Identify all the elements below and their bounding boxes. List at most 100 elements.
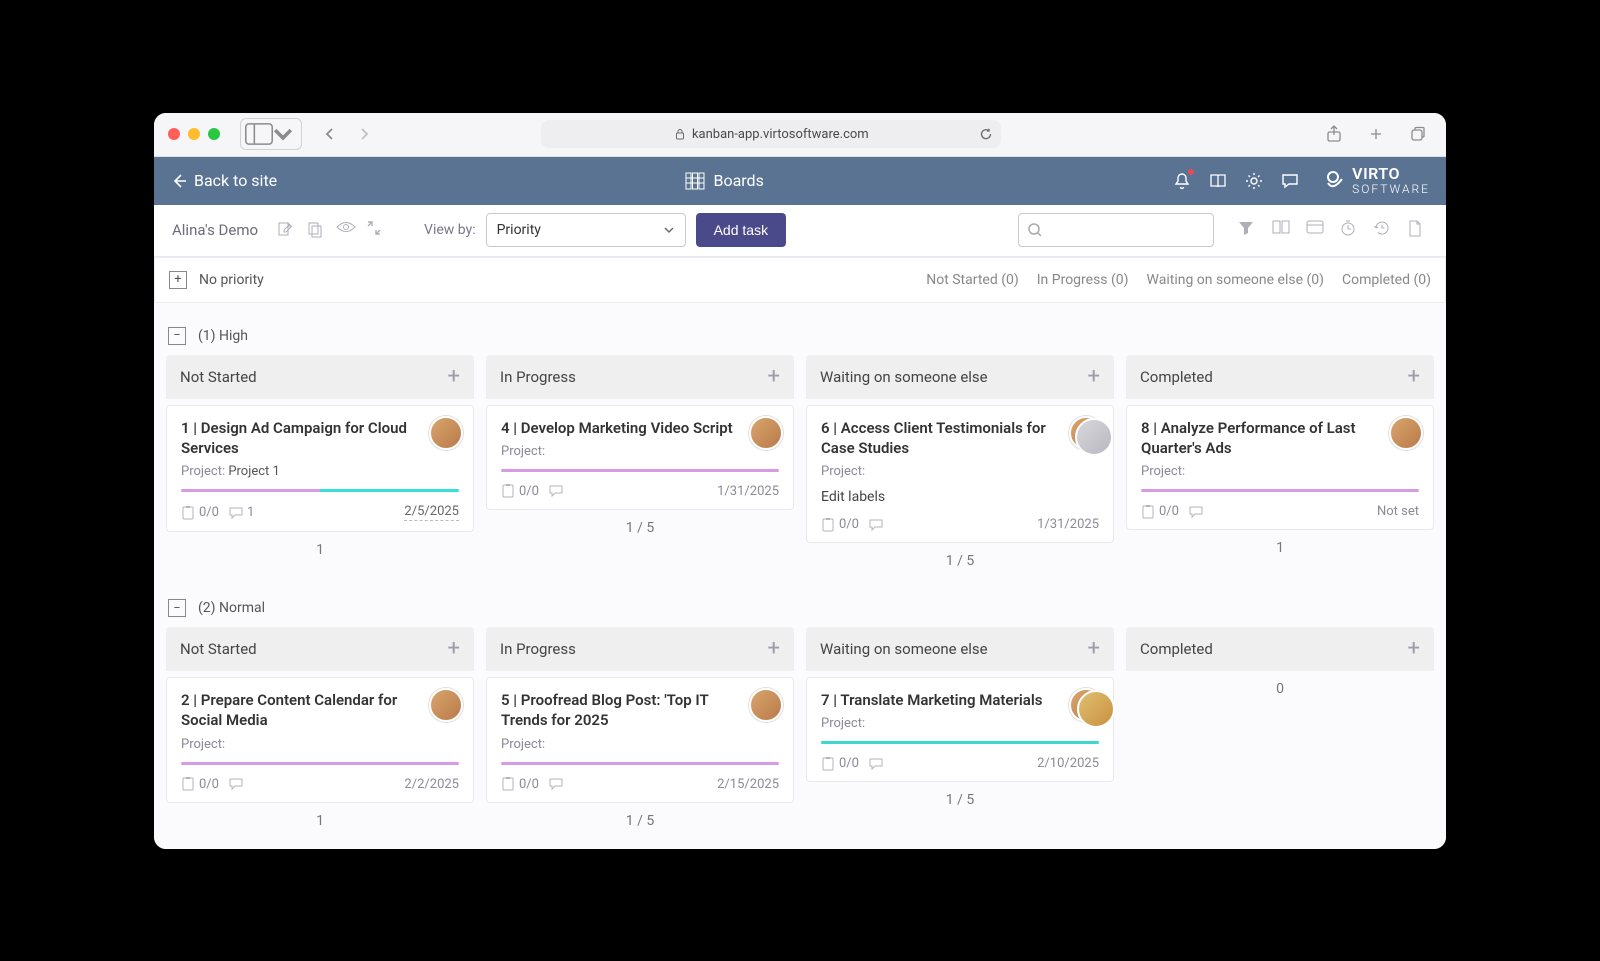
back-to-site-label: Back to site: [194, 171, 277, 190]
comment-icon: [1189, 505, 1203, 519]
board-toolbar: Alina's Demo View by: Priority Add task: [154, 205, 1446, 257]
checklist-icon: [821, 757, 835, 771]
column-count: 1 / 5: [806, 543, 1114, 575]
edit-labels-text: Edit labels: [821, 489, 1099, 505]
assignee-avatar: [749, 688, 783, 722]
task-card[interactable]: 4 | Develop Marketing Video Script Projec…: [486, 405, 794, 510]
column-header: In Progress +: [486, 627, 794, 671]
add-card-button[interactable]: +: [448, 638, 460, 660]
column-header: Completed +: [1126, 627, 1434, 671]
card-layout-icon[interactable]: [1306, 220, 1326, 240]
column-title: Completed: [1140, 368, 1213, 386]
task-card[interactable]: 2 | Prepare Content Calendar for Social …: [166, 677, 474, 803]
app-header: Back to site Boards VIRTO SOFTWARE: [154, 157, 1446, 205]
due-date: 2/5/2025: [404, 504, 459, 521]
due-date: 1/31/2025: [717, 484, 779, 499]
column-header: Not Started+: [166, 627, 474, 671]
section-header: −(1) High: [154, 327, 1446, 355]
checklist-icon: [181, 777, 195, 791]
nav-forward-button[interactable]: [350, 121, 378, 147]
assignee-avatar: [1069, 416, 1103, 450]
chat-icon[interactable]: [1280, 171, 1300, 191]
swimlane-icon[interactable]: [1272, 220, 1292, 240]
book-icon[interactable]: [1208, 171, 1228, 191]
collapse-section-button[interactable]: −: [168, 599, 186, 617]
checklist-icon: [1141, 505, 1155, 519]
comment-icon: [549, 777, 563, 791]
refresh-icon[interactable]: [979, 127, 993, 141]
task-card[interactable]: 6 | Access Client Testimonials for Case …: [806, 405, 1114, 544]
copy-icon[interactable]: [306, 220, 326, 240]
task-card[interactable]: 8 | Analyze Performance of Last Quarter'…: [1126, 405, 1434, 531]
column-title: In Progress: [500, 368, 576, 386]
history-icon[interactable]: [1374, 220, 1394, 240]
lock-icon: [674, 128, 686, 140]
collapse-section-button[interactable]: −: [168, 327, 186, 345]
assignee-avatar: [429, 416, 463, 450]
view-by-label: View by:: [424, 222, 476, 238]
browser-chrome: kanban-app.virtosoftware.com: [154, 113, 1446, 157]
column-title: Not Started: [180, 368, 257, 386]
card-title: 4 | Develop Marketing Video Script: [501, 418, 779, 438]
assignee-avatar: [1069, 688, 1103, 722]
add-card-button[interactable]: +: [768, 366, 780, 388]
new-tab-icon[interactable]: [1362, 121, 1390, 147]
nav-back-button[interactable]: [316, 121, 344, 147]
comment-icon: [229, 777, 243, 791]
card-project: Project:: [501, 444, 779, 459]
visibility-icon[interactable]: [336, 220, 356, 240]
add-task-button[interactable]: Add task: [696, 213, 786, 247]
add-card-button[interactable]: +: [1088, 638, 1100, 660]
edit-board-icon[interactable]: [276, 220, 296, 240]
assignee-avatar: [429, 688, 463, 722]
back-to-site-link[interactable]: Back to site: [170, 171, 277, 190]
kanban-column: Waiting on someone else+ 7 | Translate Ma…: [806, 627, 1114, 835]
kanban-column: Not Started+ 2 | Prepare Content Calendar…: [166, 627, 474, 835]
column-header: In Progress +: [486, 355, 794, 399]
card-title: 2 | Prepare Content Calendar for Social …: [181, 690, 459, 731]
filter-icon[interactable]: [1238, 220, 1258, 240]
no-priority-label: No priority: [199, 272, 264, 288]
column-count: 1 / 5: [486, 510, 794, 542]
view-by-select[interactable]: Priority: [486, 213, 686, 247]
due-date: 1/31/2025: [1037, 517, 1099, 532]
add-card-button[interactable]: +: [768, 638, 780, 660]
expand-no-priority-button[interactable]: +: [169, 271, 187, 289]
column-title: Waiting on someone else: [820, 368, 988, 386]
due-date: 2/2/2025: [404, 777, 459, 792]
column-count: 1: [166, 803, 474, 835]
notifications-icon[interactable]: [1172, 171, 1192, 191]
summary-item: Completed (0): [1342, 272, 1431, 288]
due-date: 2/10/2025: [1037, 756, 1099, 771]
add-card-button[interactable]: +: [1408, 638, 1420, 660]
column-title: In Progress: [500, 640, 576, 658]
add-card-button[interactable]: +: [1088, 366, 1100, 388]
search-input[interactable]: [1018, 213, 1214, 247]
priority-section: −(1) High Not Started +1 | Design Ad Campa…: [154, 327, 1446, 576]
add-card-button[interactable]: +: [448, 366, 460, 388]
arrow-left-icon: [170, 172, 188, 190]
virto-logo: VIRTO SOFTWARE: [1322, 166, 1430, 196]
settings-icon[interactable]: [1244, 171, 1264, 191]
minimize-window-button[interactable]: [188, 128, 200, 140]
share-icon[interactable]: [1320, 121, 1348, 147]
maximize-window-button[interactable]: [208, 128, 220, 140]
timer-icon[interactable]: [1340, 220, 1360, 240]
task-card[interactable]: 5 | Proofread Blog Post: 'Top IT Trends …: [486, 677, 794, 803]
column-header: Not Started +: [166, 355, 474, 399]
column-header: Waiting on someone else+: [806, 627, 1114, 671]
address-bar[interactable]: kanban-app.virtosoftware.com: [541, 120, 1001, 148]
column-title: Completed: [1140, 640, 1213, 658]
card-project: Project:: [501, 737, 779, 752]
kanban-column: Completed +8 | Analyze Performance of Las…: [1126, 355, 1434, 576]
card-project: Project:: [821, 716, 1099, 731]
add-card-button[interactable]: +: [1408, 366, 1420, 388]
task-card[interactable]: 7 | Translate Marketing MaterialsProject…: [806, 677, 1114, 782]
comment-icon: [869, 757, 883, 771]
export-pdf-icon[interactable]: [1408, 220, 1428, 240]
sidebar-toggle-button[interactable]: [240, 118, 302, 150]
task-card[interactable]: 1 | Design Ad Campaign for Cloud Service…: [166, 405, 474, 533]
close-window-button[interactable]: [168, 128, 180, 140]
collapse-all-icon[interactable]: [366, 220, 386, 240]
tabs-icon[interactable]: [1404, 121, 1432, 147]
